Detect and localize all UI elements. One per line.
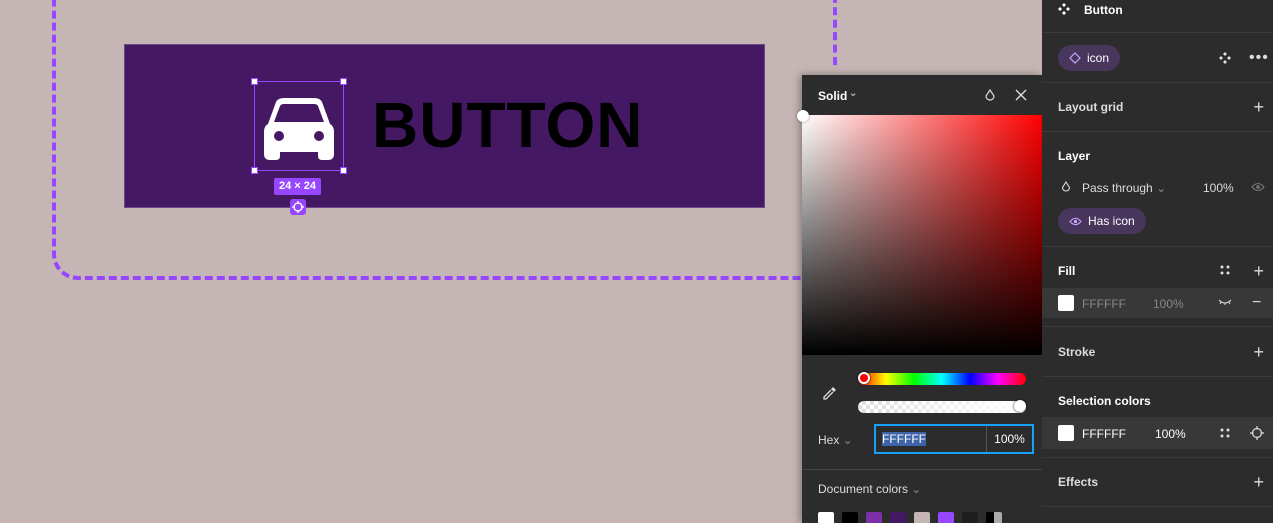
opacity-input[interactable]: 100% xyxy=(986,426,1032,452)
document-color-swatches xyxy=(818,512,1002,523)
divider xyxy=(1042,32,1273,33)
opacity-slider[interactable] xyxy=(858,401,1026,413)
resize-handle-br[interactable] xyxy=(340,167,347,174)
layer-title: Layer xyxy=(1058,149,1091,163)
component-icon[interactable] xyxy=(1219,52,1231,64)
opacity-slider-knob[interactable] xyxy=(1014,400,1026,412)
property-chip-label: Has icon xyxy=(1088,214,1135,228)
selection-box[interactable] xyxy=(254,81,344,171)
hue-slider-knob[interactable] xyxy=(858,372,870,384)
color-swatch[interactable] xyxy=(842,512,858,523)
divider xyxy=(1042,326,1273,327)
eye-closed-icon[interactable] xyxy=(1218,298,1232,306)
blend-mode-icon[interactable] xyxy=(1061,181,1071,194)
close-icon[interactable] xyxy=(1015,89,1027,101)
layer-opacity-input[interactable]: 100% xyxy=(1203,181,1234,195)
color-picker-header: Solid ⌄ xyxy=(802,75,1042,115)
color-swatch[interactable] xyxy=(962,512,978,523)
hex-input-value: FFFFFF xyxy=(882,432,926,446)
color-swatch[interactable] xyxy=(866,512,882,523)
variant-chip-label: icon xyxy=(1087,51,1110,65)
color-swatch[interactable] xyxy=(986,512,1002,523)
divider xyxy=(1042,246,1273,247)
divider xyxy=(1042,506,1273,507)
hue-slider[interactable] xyxy=(858,373,1026,385)
size-badge: 24 × 24 xyxy=(274,178,322,195)
resize-handle-tr[interactable] xyxy=(340,78,347,85)
eye-icon xyxy=(1069,217,1082,225)
variant-chip[interactable]: icon xyxy=(1058,45,1121,71)
button-label-text[interactable]: BUTTON xyxy=(372,88,643,162)
style-grid-icon[interactable] xyxy=(1220,428,1230,438)
hex-input-group: FFFFFF 100% xyxy=(874,424,1034,454)
color-format-dropdown[interactable]: Hex ⌄ xyxy=(818,433,853,447)
color-swatch[interactable] xyxy=(914,512,930,523)
color-swatch[interactable] xyxy=(938,512,954,523)
add-fill-icon[interactable]: + xyxy=(1253,262,1264,280)
selection-color-swatch[interactable] xyxy=(1058,425,1074,441)
blend-mode-value: Pass through xyxy=(1082,181,1153,195)
resize-handle-tl[interactable] xyxy=(251,78,258,85)
hex-input[interactable]: FFFFFF xyxy=(876,426,986,452)
component-set-boundary-right xyxy=(833,0,837,65)
eye-icon[interactable] xyxy=(1251,182,1265,192)
color-picker-popover: Solid ⌄ Hex ⌄ FFFFFF 100% Document color… xyxy=(797,75,1042,523)
color-picker-handle[interactable] xyxy=(797,110,809,122)
color-swatch[interactable] xyxy=(890,512,906,523)
selection-colors-title: Selection colors xyxy=(1058,394,1151,408)
diamond-icon xyxy=(1069,52,1081,64)
chevron-down-icon: ⌄ xyxy=(842,433,853,447)
blend-mode-dropdown[interactable]: Pass through ⌄ xyxy=(1082,181,1166,195)
properties-panel: Button icon ••• Layout grid + Layer Pass… xyxy=(1042,0,1273,523)
target-icon[interactable] xyxy=(290,199,306,215)
property-chip[interactable]: Has icon xyxy=(1058,208,1146,234)
document-colors-label: Document colors xyxy=(818,482,909,496)
fill-title: Fill xyxy=(1058,264,1076,278)
chevron-down-icon: ⌄ xyxy=(911,482,922,496)
divider xyxy=(1042,82,1273,83)
chevron-down-icon[interactable]: ⌄ xyxy=(849,88,857,99)
divider xyxy=(1042,131,1273,132)
more-options-icon[interactable]: ••• xyxy=(1249,49,1269,67)
add-stroke-icon[interactable]: + xyxy=(1253,343,1264,361)
blend-mode-icon[interactable] xyxy=(984,89,996,103)
target-icon[interactable] xyxy=(1250,426,1264,440)
eyedropper-icon[interactable] xyxy=(822,385,838,401)
fill-type-dropdown[interactable]: Solid xyxy=(818,89,847,103)
add-layout-grid-icon[interactable]: + xyxy=(1253,98,1264,116)
selection-color-hex[interactable]: FFFFFF xyxy=(1082,427,1126,441)
chevron-down-icon: ⌄ xyxy=(1156,181,1167,195)
color-format-label: Hex xyxy=(818,433,840,447)
effects-title: Effects xyxy=(1058,475,1099,489)
fill-hex-input[interactable]: FFFFFF xyxy=(1082,297,1126,311)
divider xyxy=(1042,457,1273,458)
divider xyxy=(1042,376,1273,377)
divider xyxy=(802,469,1042,470)
add-effect-icon[interactable]: + xyxy=(1253,473,1264,491)
saturation-brightness-area[interactable] xyxy=(802,115,1042,355)
fill-opacity-input[interactable]: 100% xyxy=(1153,297,1184,311)
selection-color-opacity[interactable]: 100% xyxy=(1155,427,1186,441)
component-title: Button xyxy=(1084,3,1123,17)
color-swatch[interactable] xyxy=(818,512,834,523)
layout-grid-title: Layout grid xyxy=(1058,100,1124,114)
fill-swatch[interactable] xyxy=(1058,295,1074,311)
resize-handle-bl[interactable] xyxy=(251,167,258,174)
document-colors-dropdown[interactable]: Document colors ⌄ xyxy=(818,482,921,496)
stroke-title: Stroke xyxy=(1058,345,1096,359)
component-icon xyxy=(1058,3,1070,15)
remove-fill-icon[interactable]: − xyxy=(1252,294,1261,312)
style-grid-icon[interactable] xyxy=(1220,265,1230,275)
